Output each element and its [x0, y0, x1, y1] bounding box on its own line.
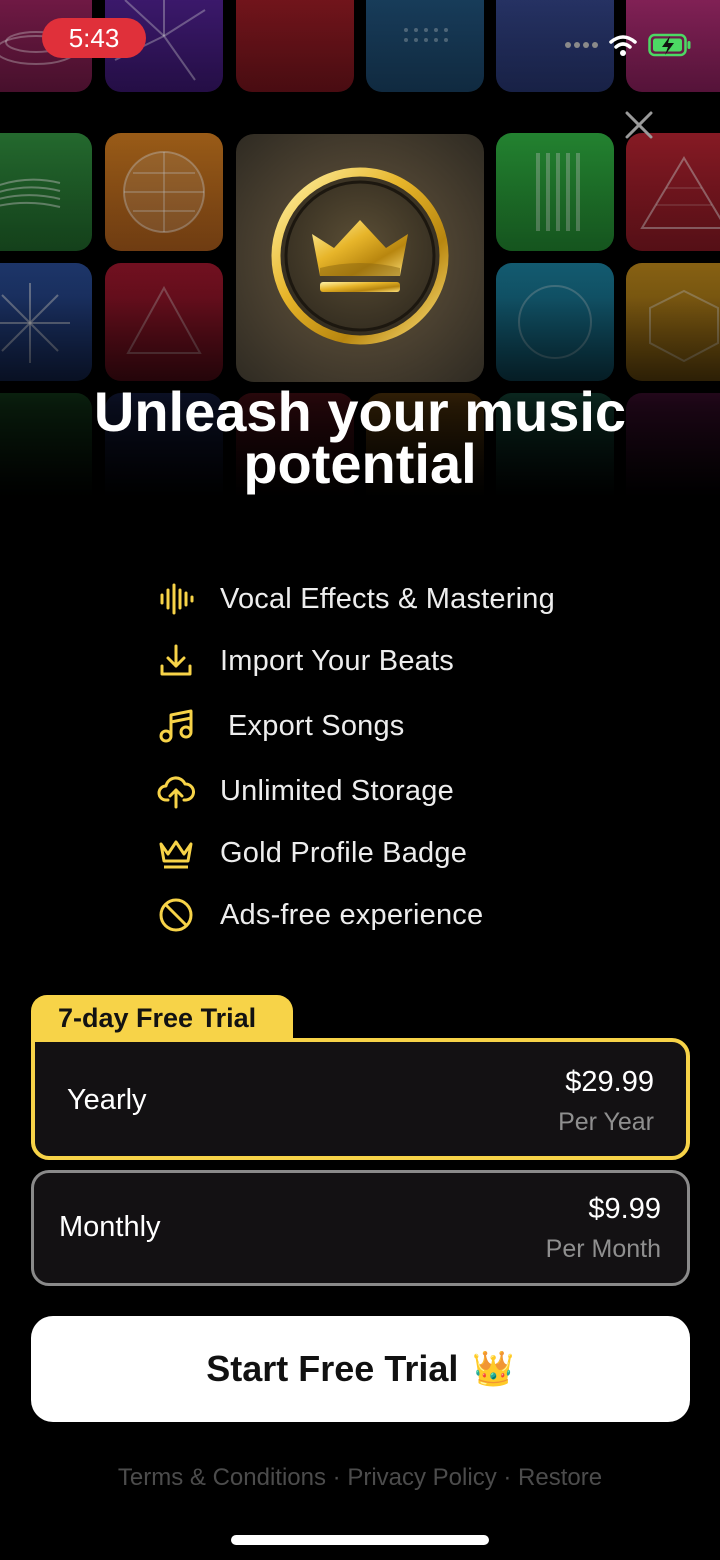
footer-links: Terms & Conditions · Privacy Policy · Re…	[0, 1464, 720, 1492]
plan-period: Per Month	[545, 1235, 661, 1263]
feature-item: Unlimited Storage	[156, 760, 636, 822]
plan-price: $9.99	[588, 1193, 661, 1225]
feature-item: Export Songs	[156, 692, 636, 760]
plan-price: $29.99	[565, 1066, 654, 1098]
plan-name: Monthly	[59, 1211, 161, 1243]
feature-item: Ads-free experience	[156, 884, 636, 946]
plan-option-monthly[interactable]: Monthly $9.99 Per Month	[31, 1170, 690, 1286]
feature-label: Import Your Beats	[220, 644, 454, 677]
footer-separator: ·	[496, 1464, 519, 1491]
home-indicator	[231, 1535, 489, 1545]
feature-label: Export Songs	[228, 709, 405, 742]
waveform-icon	[156, 579, 196, 619]
feature-item: Vocal Effects & Mastering	[156, 568, 636, 630]
free-trial-badge: 7-day Free Trial	[31, 995, 293, 1043]
close-icon[interactable]	[622, 108, 656, 142]
battery-charging-icon	[648, 33, 691, 57]
page-title: Unleash your music potential	[0, 378, 720, 498]
feature-label: Gold Profile Badge	[220, 836, 468, 869]
cta-label: Start Free Trial	[206, 1348, 459, 1389]
feature-label: Unlimited Storage	[220, 774, 454, 807]
restore-link[interactable]: Restore	[518, 1464, 602, 1491]
signal-dots-icon	[565, 42, 598, 48]
feature-label: Vocal Effects & Mastering	[220, 582, 555, 615]
footer-separator: ·	[326, 1464, 348, 1491]
crown-icon	[156, 833, 196, 873]
premium-crown-badge	[236, 134, 484, 382]
feature-item: Import Your Beats	[156, 630, 636, 692]
music-note-icon	[156, 706, 196, 746]
cloud-upload-icon	[156, 771, 196, 811]
feature-label: Ads-free experience	[220, 898, 484, 931]
plan-name: Yearly	[67, 1084, 147, 1116]
plan-period: Per Year	[558, 1108, 654, 1136]
plan-option-yearly[interactable]: Yearly $29.99 Per Year	[31, 1038, 690, 1160]
feature-list: Vocal Effects & Mastering Import Your Be…	[156, 568, 636, 946]
no-ads-icon	[156, 895, 196, 935]
crown-emoji-icon: 👑	[472, 1350, 515, 1388]
feature-item: Gold Profile Badge	[156, 822, 636, 884]
start-free-trial-button[interactable]: Start Free Trial 👑	[31, 1316, 690, 1422]
status-time-pill: 5:43	[42, 18, 146, 58]
download-icon	[156, 641, 196, 681]
wifi-icon	[609, 35, 637, 56]
terms-link[interactable]: Terms & Conditions	[118, 1464, 326, 1491]
privacy-policy-link[interactable]: Privacy Policy	[347, 1464, 496, 1491]
status-icons	[564, 30, 692, 60]
